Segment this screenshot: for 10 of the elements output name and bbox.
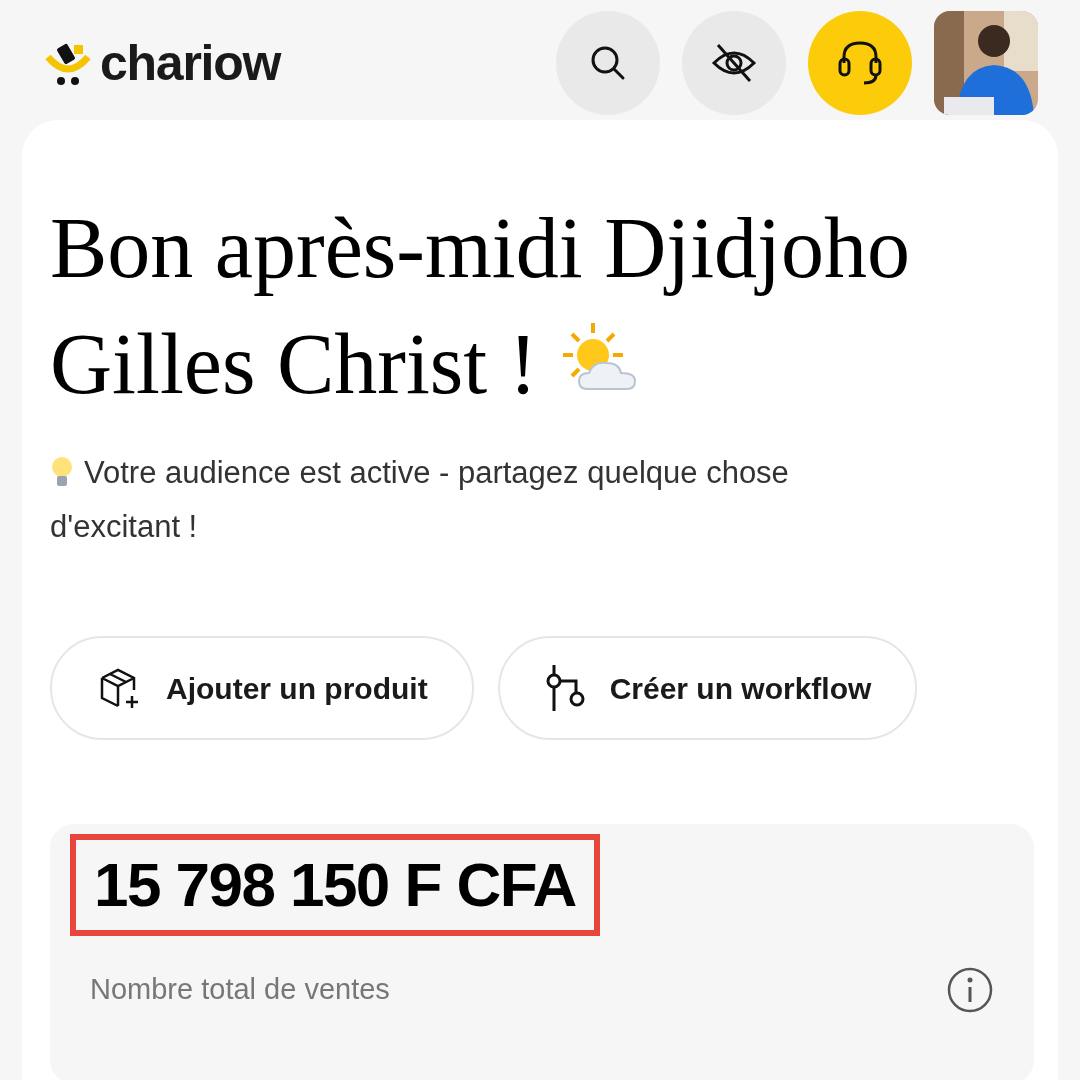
stat-label: Nombre total de ventes (90, 972, 390, 1008)
create-workflow-button[interactable]: Créer un workflow (497, 636, 918, 740)
logo-wordmark[interactable]: chariow (100, 38, 281, 88)
add-product-button[interactable]: Ajouter un produit (50, 636, 474, 740)
info-icon[interactable] (946, 966, 994, 1014)
eye-slash-icon (710, 41, 758, 85)
light-bulb-icon (50, 455, 74, 489)
tip-text: Votre audience est active - partagez quelque chose d'excitant ! (50, 454, 790, 546)
sales-total: 15 798 150 F CFA (94, 850, 576, 919)
greeting-title: Bon après-midi Djidjoho Gilles Christ ! (50, 199, 911, 414)
